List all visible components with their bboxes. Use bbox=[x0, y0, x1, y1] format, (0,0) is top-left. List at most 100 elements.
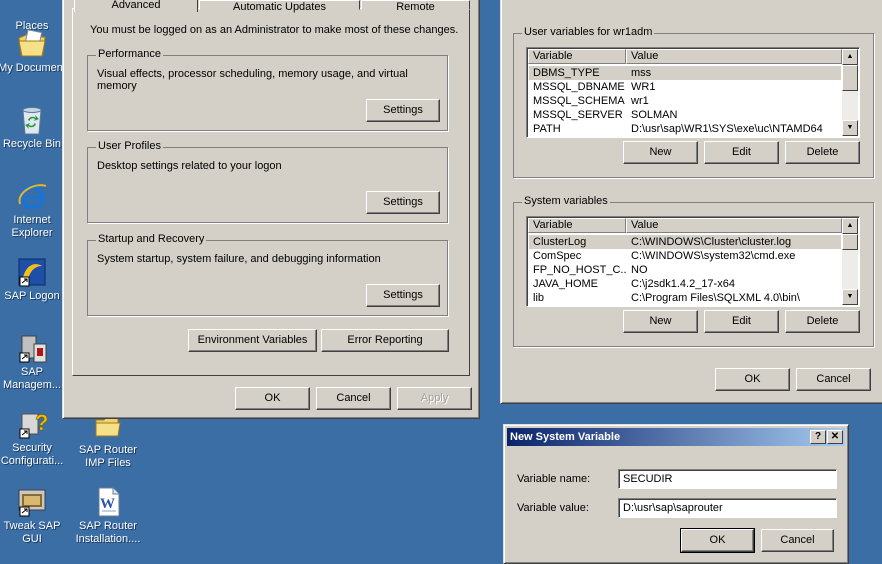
desktop-icon-tweak-sap-gui[interactable]: Tweak SAP GUI bbox=[0, 486, 67, 546]
desktop-icon-my-documents[interactable]: My Document bbox=[0, 28, 67, 75]
variable-value: C:\Program Files\SQLXML 4.0\bin\ bbox=[631, 292, 800, 304]
table-row[interactable]: JAVA_HOME C:\j2sdk1.4.2_17-x64 bbox=[529, 277, 841, 291]
internet-explorer-icon bbox=[16, 180, 48, 212]
table-row[interactable]: lib C:\Program Files\SQLXML 4.0\bin\ bbox=[529, 291, 841, 305]
variable-value: C:\j2sdk1.4.2_17-x64 bbox=[631, 278, 735, 290]
system-new-button[interactable]: New bbox=[623, 310, 698, 333]
desktop-icon-internet-explorer[interactable]: Internet Explorer bbox=[0, 180, 67, 240]
sap-management-icon bbox=[16, 332, 48, 364]
desktop-icon-label: SAP Router bbox=[79, 520, 137, 532]
scroll-thumb[interactable] bbox=[842, 234, 858, 250]
user-profiles-settings-button[interactable]: Settings bbox=[366, 191, 440, 214]
list-header: Variable Value bbox=[528, 218, 842, 233]
desktop-icon-label-line2: GUI bbox=[22, 533, 42, 545]
tab-remote[interactable]: Remote bbox=[361, 0, 470, 13]
system-edit-button[interactable]: Edit bbox=[704, 310, 779, 333]
vertical-scrollbar[interactable]: ▲ ▼ bbox=[842, 218, 858, 305]
variable-name: MSSQL_SERVER bbox=[533, 109, 623, 121]
env-cancel-button[interactable]: Cancel bbox=[796, 368, 871, 391]
scroll-up-icon[interactable]: ▲ bbox=[842, 218, 858, 234]
cancel-label: Cancel bbox=[336, 392, 371, 404]
list-header: Variable Value bbox=[528, 49, 842, 64]
variable-name: lib bbox=[533, 292, 545, 304]
tab-advanced[interactable]: Advanced bbox=[74, 0, 198, 12]
variable-name: PATH bbox=[533, 123, 561, 135]
system-variables-group: System variables Variable Value ClusterL… bbox=[513, 195, 874, 347]
desktop-icon-security-config[interactable]: ? Security Configurati... bbox=[0, 408, 67, 468]
error-reporting-button[interactable]: Error Reporting bbox=[321, 329, 449, 352]
apply-label: Apply bbox=[420, 392, 449, 404]
svg-text:?: ? bbox=[35, 410, 48, 435]
table-row[interactable]: ClusterLog C:\WINDOWS\Cluster\cluster.lo… bbox=[529, 235, 841, 249]
tab-automatic-updates-label: Automatic Updates bbox=[233, 1, 326, 13]
system-new-label: New bbox=[649, 315, 672, 327]
table-row[interactable]: MSSQL_DBNAME WR1 bbox=[529, 80, 841, 94]
environment-variables-button[interactable]: Environment Variables bbox=[188, 329, 317, 352]
dialog-titlebar[interactable]: New System Variable ? ✕ bbox=[507, 428, 845, 446]
user-edit-button[interactable]: Edit bbox=[704, 141, 779, 164]
system-delete-button[interactable]: Delete bbox=[785, 310, 860, 333]
variable-value-field[interactable] bbox=[618, 498, 837, 518]
performance-settings-button[interactable]: Settings bbox=[366, 99, 440, 122]
tab-remote-label: Remote bbox=[396, 1, 435, 13]
performance-settings-label: Settings bbox=[383, 104, 423, 116]
table-row[interactable]: MSSQL_SERVER SOLMAN bbox=[529, 108, 841, 122]
scroll-down-icon[interactable]: ▼ bbox=[842, 120, 858, 136]
apply-button[interactable]: Apply bbox=[397, 387, 472, 410]
new-system-variable-dialog: New System Variable ? ✕ Variable name: V… bbox=[503, 424, 849, 564]
startup-recovery-group: Startup and Recovery System startup, sys… bbox=[87, 233, 448, 316]
tab-automatic-updates[interactable]: Automatic Updates bbox=[199, 0, 360, 13]
desktop-icon-recycle-bin[interactable]: Recycle Bin bbox=[0, 104, 67, 151]
table-row[interactable]: PATH D:\usr\sap\WR1\SYS\exe\uc\NTAMD64 bbox=[529, 122, 841, 136]
user-new-button[interactable]: New bbox=[623, 141, 698, 164]
help-icon[interactable]: ? bbox=[810, 430, 826, 444]
admin-note: You must be logged on as an Administrato… bbox=[90, 24, 459, 36]
desktop-icon-sap-management[interactable]: SAP Managem... bbox=[0, 332, 67, 392]
user-variables-list[interactable]: Variable Value DBMS_TYPE mss MSSQL_DBNAM… bbox=[526, 47, 860, 138]
variable-value: NO bbox=[631, 264, 648, 276]
desktop-icon-sap-logon[interactable]: SAP Logon bbox=[0, 256, 67, 303]
vertical-scrollbar[interactable]: ▲ ▼ bbox=[842, 49, 858, 136]
table-row[interactable]: MSSQL_SCHEMA wr1 bbox=[529, 94, 841, 108]
dialog-ok-button[interactable]: OK bbox=[680, 528, 755, 553]
desktop-icon-label-line2: Configurati... bbox=[0, 455, 64, 467]
variable-value: C:\WINDOWS\system32\cmd.exe bbox=[631, 250, 796, 262]
column-header-value[interactable]: Value bbox=[626, 218, 842, 233]
ok-button[interactable]: OK bbox=[235, 387, 310, 410]
startup-recovery-settings-button[interactable]: Settings bbox=[366, 284, 440, 307]
desktop-icon-label: Security bbox=[12, 442, 52, 454]
user-new-label: New bbox=[649, 146, 672, 158]
env-ok-button[interactable]: OK bbox=[715, 368, 790, 391]
variable-name-label: Variable name: bbox=[517, 473, 591, 485]
cancel-button[interactable]: Cancel bbox=[316, 387, 391, 410]
variable-value: WR1 bbox=[631, 81, 656, 93]
table-row[interactable]: DBMS_TYPE mss bbox=[529, 66, 841, 80]
security-config-icon: ? bbox=[16, 408, 49, 440]
scroll-up-icon[interactable]: ▲ bbox=[842, 49, 858, 65]
user-delete-label: Delete bbox=[806, 146, 839, 158]
ok-label: OK bbox=[264, 392, 281, 404]
tab-advanced-label: Advanced bbox=[111, 0, 161, 11]
column-header-variable[interactable]: Variable bbox=[528, 218, 626, 233]
desktop-icon-sap-router-installation[interactable]: W SAP Router Installation.... bbox=[73, 486, 143, 546]
table-row[interactable]: FP_NO_HOST_C... NO bbox=[529, 263, 841, 277]
system-variables-list[interactable]: Variable Value ClusterLog C:\WINDOWS\Clu… bbox=[526, 216, 860, 307]
close-icon[interactable]: ✕ bbox=[827, 430, 843, 444]
column-header-variable[interactable]: Variable bbox=[528, 49, 626, 64]
user-delete-button[interactable]: Delete bbox=[785, 141, 860, 164]
user-edit-label: Edit bbox=[732, 146, 751, 158]
variable-name-field[interactable] bbox=[618, 469, 837, 489]
env-cancel-label: Cancel bbox=[816, 373, 851, 385]
table-row[interactable]: ComSpec C:\WINDOWS\system32\cmd.exe bbox=[529, 249, 841, 263]
desktop-icon-label-line2: Managem... bbox=[2, 379, 62, 391]
column-header-value[interactable]: Value bbox=[626, 49, 842, 64]
scroll-thumb[interactable] bbox=[842, 65, 858, 91]
variable-value: SOLMAN bbox=[631, 109, 678, 121]
user-profiles-title: User Profiles bbox=[96, 140, 163, 152]
dialog-cancel-button[interactable]: Cancel bbox=[761, 529, 834, 552]
variable-name: FP_NO_HOST_C... bbox=[533, 264, 627, 276]
scroll-down-icon[interactable]: ▼ bbox=[842, 289, 858, 305]
sap-logon-icon bbox=[16, 256, 48, 288]
startup-recovery-settings-label: Settings bbox=[383, 289, 423, 301]
desktop-icon-sap-router-imp[interactable]: SAP Router IMP Files bbox=[73, 410, 143, 470]
